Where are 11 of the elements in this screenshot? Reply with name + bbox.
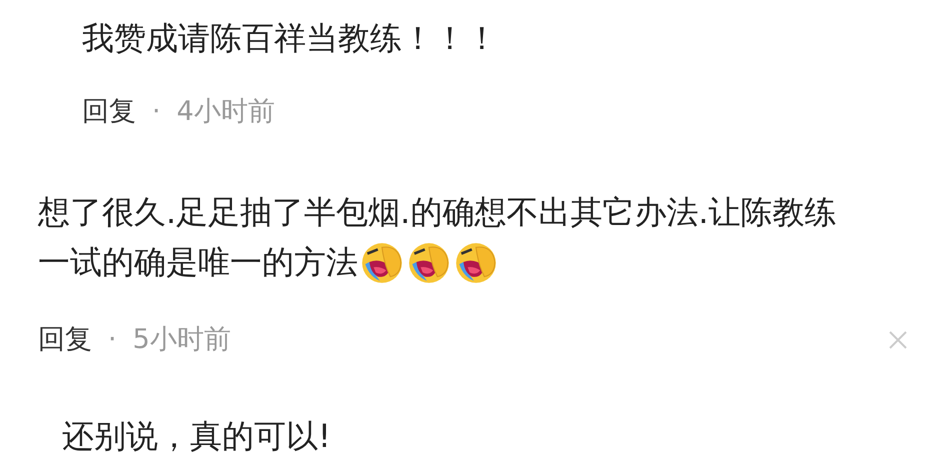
timestamp: 5小时前: [132, 322, 231, 357]
close-icon[interactable]: [887, 329, 909, 351]
reply-link[interactable]: 回复: [38, 320, 92, 360]
comment-text: 还别说，真的可以!: [62, 416, 331, 456]
timestamp: 4小时前: [176, 94, 275, 129]
comment-text: 一试的确是唯一的方法: [38, 242, 358, 283]
separator-dot: ·: [152, 94, 161, 129]
comment-text: 我赞成请陈百祥当教练！！！: [82, 18, 498, 59]
reply-link[interactable]: 回复: [82, 92, 136, 132]
comment-text: 想了很久.足足抽了半包烟.的确想不出其它办法.让陈教练: [38, 192, 837, 233]
separator-dot: ·: [108, 322, 117, 357]
